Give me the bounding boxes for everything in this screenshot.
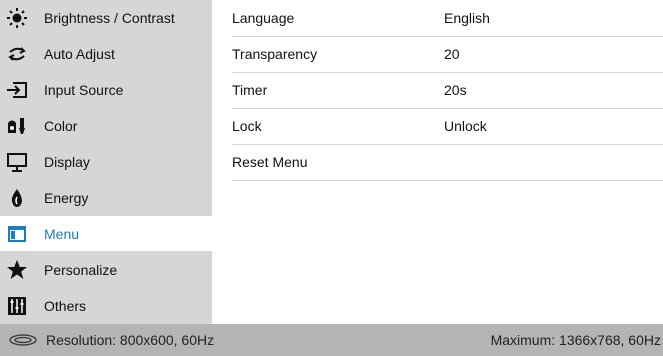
sidebar-item-menu[interactable]: Menu: [0, 216, 212, 251]
maximum-resolution-text: Maximum: 1366x768, 60Hz: [490, 332, 661, 348]
setting-label: Timer: [232, 82, 268, 98]
sidebar-item-display[interactable]: Display: [0, 144, 212, 179]
input-source-icon: [6, 79, 28, 101]
sidebar-item-label: Menu: [44, 225, 80, 242]
sidebar-item-others[interactable]: Others: [0, 288, 212, 323]
setting-label: Lock: [232, 118, 262, 134]
others-icon: [6, 295, 28, 317]
auto-adjust-icon: [6, 43, 28, 65]
sidebar-item-label: Brightness / Contrast: [44, 9, 175, 26]
setting-row-language[interactable]: Language English: [232, 0, 663, 37]
sidebar-item-personalize[interactable]: Personalize: [0, 252, 212, 287]
display-icon: [6, 151, 28, 173]
setting-row-timer[interactable]: Timer 20s: [232, 72, 663, 109]
sidebar-item-input-source[interactable]: Input Source: [0, 72, 212, 107]
status-bar: Resolution: 800x600, 60Hz Maximum: 1366x…: [0, 324, 663, 356]
setting-value: 20: [444, 46, 460, 62]
sidebar-item-energy[interactable]: Energy: [0, 180, 212, 215]
menu-settings-panel: Language English Transparency 20 Timer 2…: [212, 0, 663, 324]
sidebar-item-label: Input Source: [44, 81, 124, 98]
setting-row-reset-menu[interactable]: Reset Menu: [232, 144, 663, 181]
sidebar-item-label: Others: [44, 297, 87, 314]
menu-icon: [6, 223, 28, 245]
sidebar-item-brightness-contrast[interactable]: Brightness / Contrast: [0, 0, 212, 35]
setting-value: English: [444, 10, 490, 26]
star-icon: [6, 259, 28, 281]
resolution-icon: [8, 333, 38, 347]
sidebar-item-label: Auto Adjust: [44, 45, 115, 62]
osd-sidebar: Brightness / Contrast Auto Adjust Input …: [0, 0, 212, 324]
setting-row-lock[interactable]: Lock Unlock: [232, 108, 663, 145]
setting-label: Language: [232, 10, 295, 26]
setting-value: 20s: [444, 82, 467, 98]
setting-label: Reset Menu: [232, 154, 308, 170]
sidebar-item-label: Personalize: [44, 261, 118, 278]
color-icon: [6, 115, 28, 137]
setting-label: Transparency: [232, 46, 318, 62]
sidebar-item-label: Display: [44, 153, 90, 170]
sidebar-item-label: Energy: [44, 189, 89, 206]
brightness-icon: [6, 7, 28, 29]
sidebar-item-color[interactable]: Color: [0, 108, 212, 143]
setting-row-transparency[interactable]: Transparency 20: [232, 36, 663, 73]
energy-icon: [6, 187, 28, 209]
setting-value: Unlock: [444, 118, 487, 134]
sidebar-item-auto-adjust[interactable]: Auto Adjust: [0, 36, 212, 71]
sidebar-item-label: Color: [44, 117, 78, 134]
resolution-text: Resolution: 800x600, 60Hz: [46, 332, 215, 348]
